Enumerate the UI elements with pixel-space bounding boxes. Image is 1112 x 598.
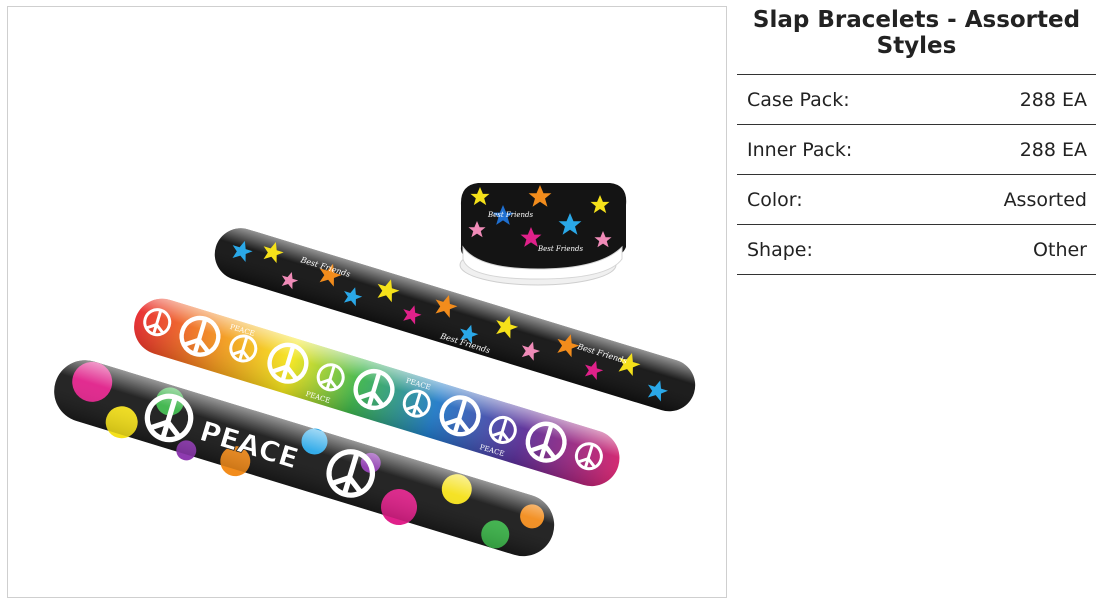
spec-value: Other [1033, 238, 1087, 261]
spec-row-shape: Shape: Other [737, 225, 1096, 275]
spec-label: Case Pack: [747, 88, 850, 111]
spec-label: Color: [747, 188, 803, 211]
curled-star-bracelet: Best Friends Best Friends [459, 183, 627, 286]
svg-text:Best Friends: Best Friends [537, 245, 583, 253]
product-info-panel: Slap Bracelets - Assorted Styles Case Pa… [737, 0, 1096, 275]
spec-label: Inner Pack: [747, 138, 853, 161]
product-title: Slap Bracelets - Assorted Styles [752, 7, 1081, 59]
product-image[interactable]: Best Friends Best Friends Best Friends B… [7, 6, 727, 598]
spec-row-case-pack: Case Pack: 288 EA [737, 75, 1096, 125]
spec-row-inner-pack: Inner Pack: 288 EA [737, 125, 1096, 175]
spec-value: 288 EA [1019, 138, 1087, 161]
spec-row-color: Color: Assorted [737, 175, 1096, 225]
svg-text:Best Friends: Best Friends [487, 211, 533, 219]
spec-value: Assorted [1003, 188, 1087, 211]
spec-label: Shape: [747, 238, 813, 261]
spec-table: Case Pack: 288 EA Inner Pack: 288 EA Col… [737, 74, 1096, 275]
spec-value: 288 EA [1019, 88, 1087, 111]
